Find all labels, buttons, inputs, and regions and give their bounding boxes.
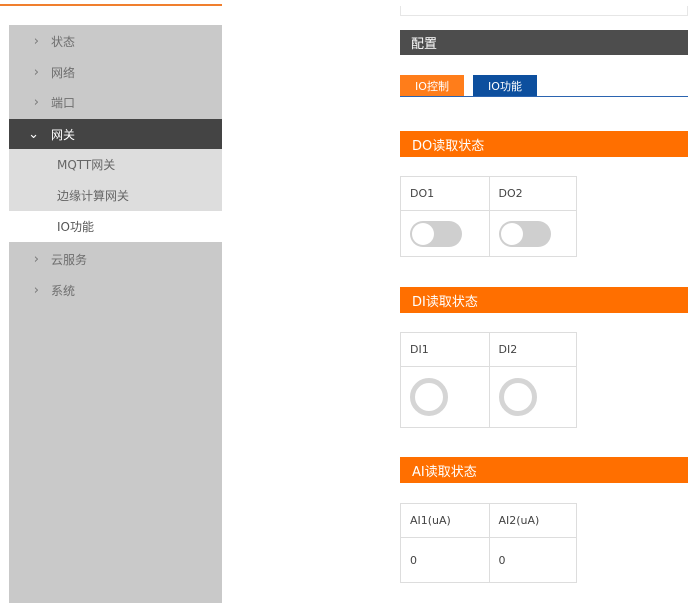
sidebar-subitem-label: MQTT网关 [57, 158, 116, 172]
do-section-header: DO读取状态 [400, 131, 688, 157]
config-title: 配置 [411, 37, 438, 52]
do-section-title: DO读取状态 [412, 138, 485, 154]
table-row: 0 0 [401, 537, 576, 582]
di2-indicator-icon [498, 378, 537, 416]
sidebar-item-network[interactable]: › 网络 [9, 57, 222, 87]
sidebar-item-label: 系统 [51, 283, 76, 298]
ai-section-title: AI读取状态 [412, 464, 477, 480]
do1-header: DO1 [410, 187, 435, 200]
chevron-right-icon: › [33, 251, 39, 267]
sidebar-item-label: 网关 [51, 127, 76, 142]
sidebar-subitem-io-function[interactable]: IO功能 [9, 211, 222, 242]
di1-header: DI1 [410, 343, 429, 356]
ai-status-table: AI1(uA) AI2(uA) 0 0 [400, 503, 577, 583]
toggle-knob [412, 222, 434, 245]
ai2-header: AI2(uA) [488, 504, 577, 537]
toggle-knob [500, 222, 523, 245]
table-header-row: DO1 DO2 [401, 177, 576, 210]
table-row [401, 366, 576, 427]
sidebar-subitem-label: IO功能 [57, 220, 94, 234]
tab-bar: IO控制 IO功能 [400, 75, 688, 97]
chevron-down-icon: ⌄ [28, 126, 39, 142]
di2-header: DI2 [488, 333, 577, 366]
do2-header: DO2 [488, 177, 577, 210]
di-section-header: DI读取状态 [400, 287, 688, 313]
sidebar-subitem-edge-gateway[interactable]: 边缘计算网关 [9, 180, 222, 211]
sidebar-item-label: 云服务 [51, 252, 88, 267]
table-header-row: DI1 DI2 [401, 333, 576, 366]
chevron-right-icon: › [33, 33, 39, 49]
sidebar: › 状态 › 网络 › 端口 ⌄ 网关 MQTT网关 边缘计算网关 IO功能 ›… [9, 25, 222, 603]
sidebar-item-label: 端口 [51, 95, 76, 110]
di-section-title: DI读取状态 [412, 294, 478, 310]
sidebar-item-port[interactable]: › 端口 [9, 87, 222, 117]
top-card-edge [400, 6, 688, 16]
main-content: 配置 IO控制 IO功能 DO读取状态 DO1 DO2 DI读取状态 DI1 D… [222, 0, 688, 603]
ai2-value: 0 [488, 538, 577, 582]
sidebar-item-system[interactable]: › 系统 [9, 275, 222, 305]
chevron-right-icon: › [33, 94, 39, 110]
chevron-right-icon: › [33, 64, 39, 80]
chevron-right-icon: › [33, 282, 39, 298]
sidebar-subitem-label: 边缘计算网关 [57, 189, 130, 203]
do2-toggle[interactable] [498, 220, 551, 247]
tab-io-control[interactable]: IO控制 [400, 75, 464, 96]
di1-cell [401, 367, 489, 427]
sidebar-subitem-mqtt-gateway[interactable]: MQTT网关 [9, 149, 222, 180]
di1-indicator-icon [410, 378, 448, 416]
sidebar-item-status[interactable]: › 状态 [9, 26, 222, 56]
do-status-table: DO1 DO2 [400, 176, 577, 257]
do1-toggle[interactable] [410, 220, 462, 247]
ai-section-header: AI读取状态 [400, 457, 688, 483]
tab-io-function[interactable]: IO功能 [473, 75, 537, 96]
di2-cell [488, 367, 577, 427]
table-row [401, 210, 576, 256]
table-header-row: AI1(uA) AI2(uA) [401, 504, 576, 537]
app-root: › 状态 › 网络 › 端口 ⌄ 网关 MQTT网关 边缘计算网关 IO功能 ›… [0, 0, 688, 603]
sidebar-item-label: 状态 [51, 34, 76, 49]
sidebar-item-label: 网络 [51, 65, 76, 80]
sidebar-item-gateway[interactable]: ⌄ 网关 [9, 119, 222, 149]
di-status-table: DI1 DI2 [400, 332, 577, 428]
do2-cell [488, 211, 577, 256]
ai1-header: AI1(uA) [410, 514, 451, 527]
sidebar-item-cloud-service[interactable]: › 云服务 [9, 244, 222, 274]
ai1-value: 0 [410, 553, 417, 567]
config-header: 配置 [400, 30, 688, 55]
do1-cell [401, 211, 489, 256]
